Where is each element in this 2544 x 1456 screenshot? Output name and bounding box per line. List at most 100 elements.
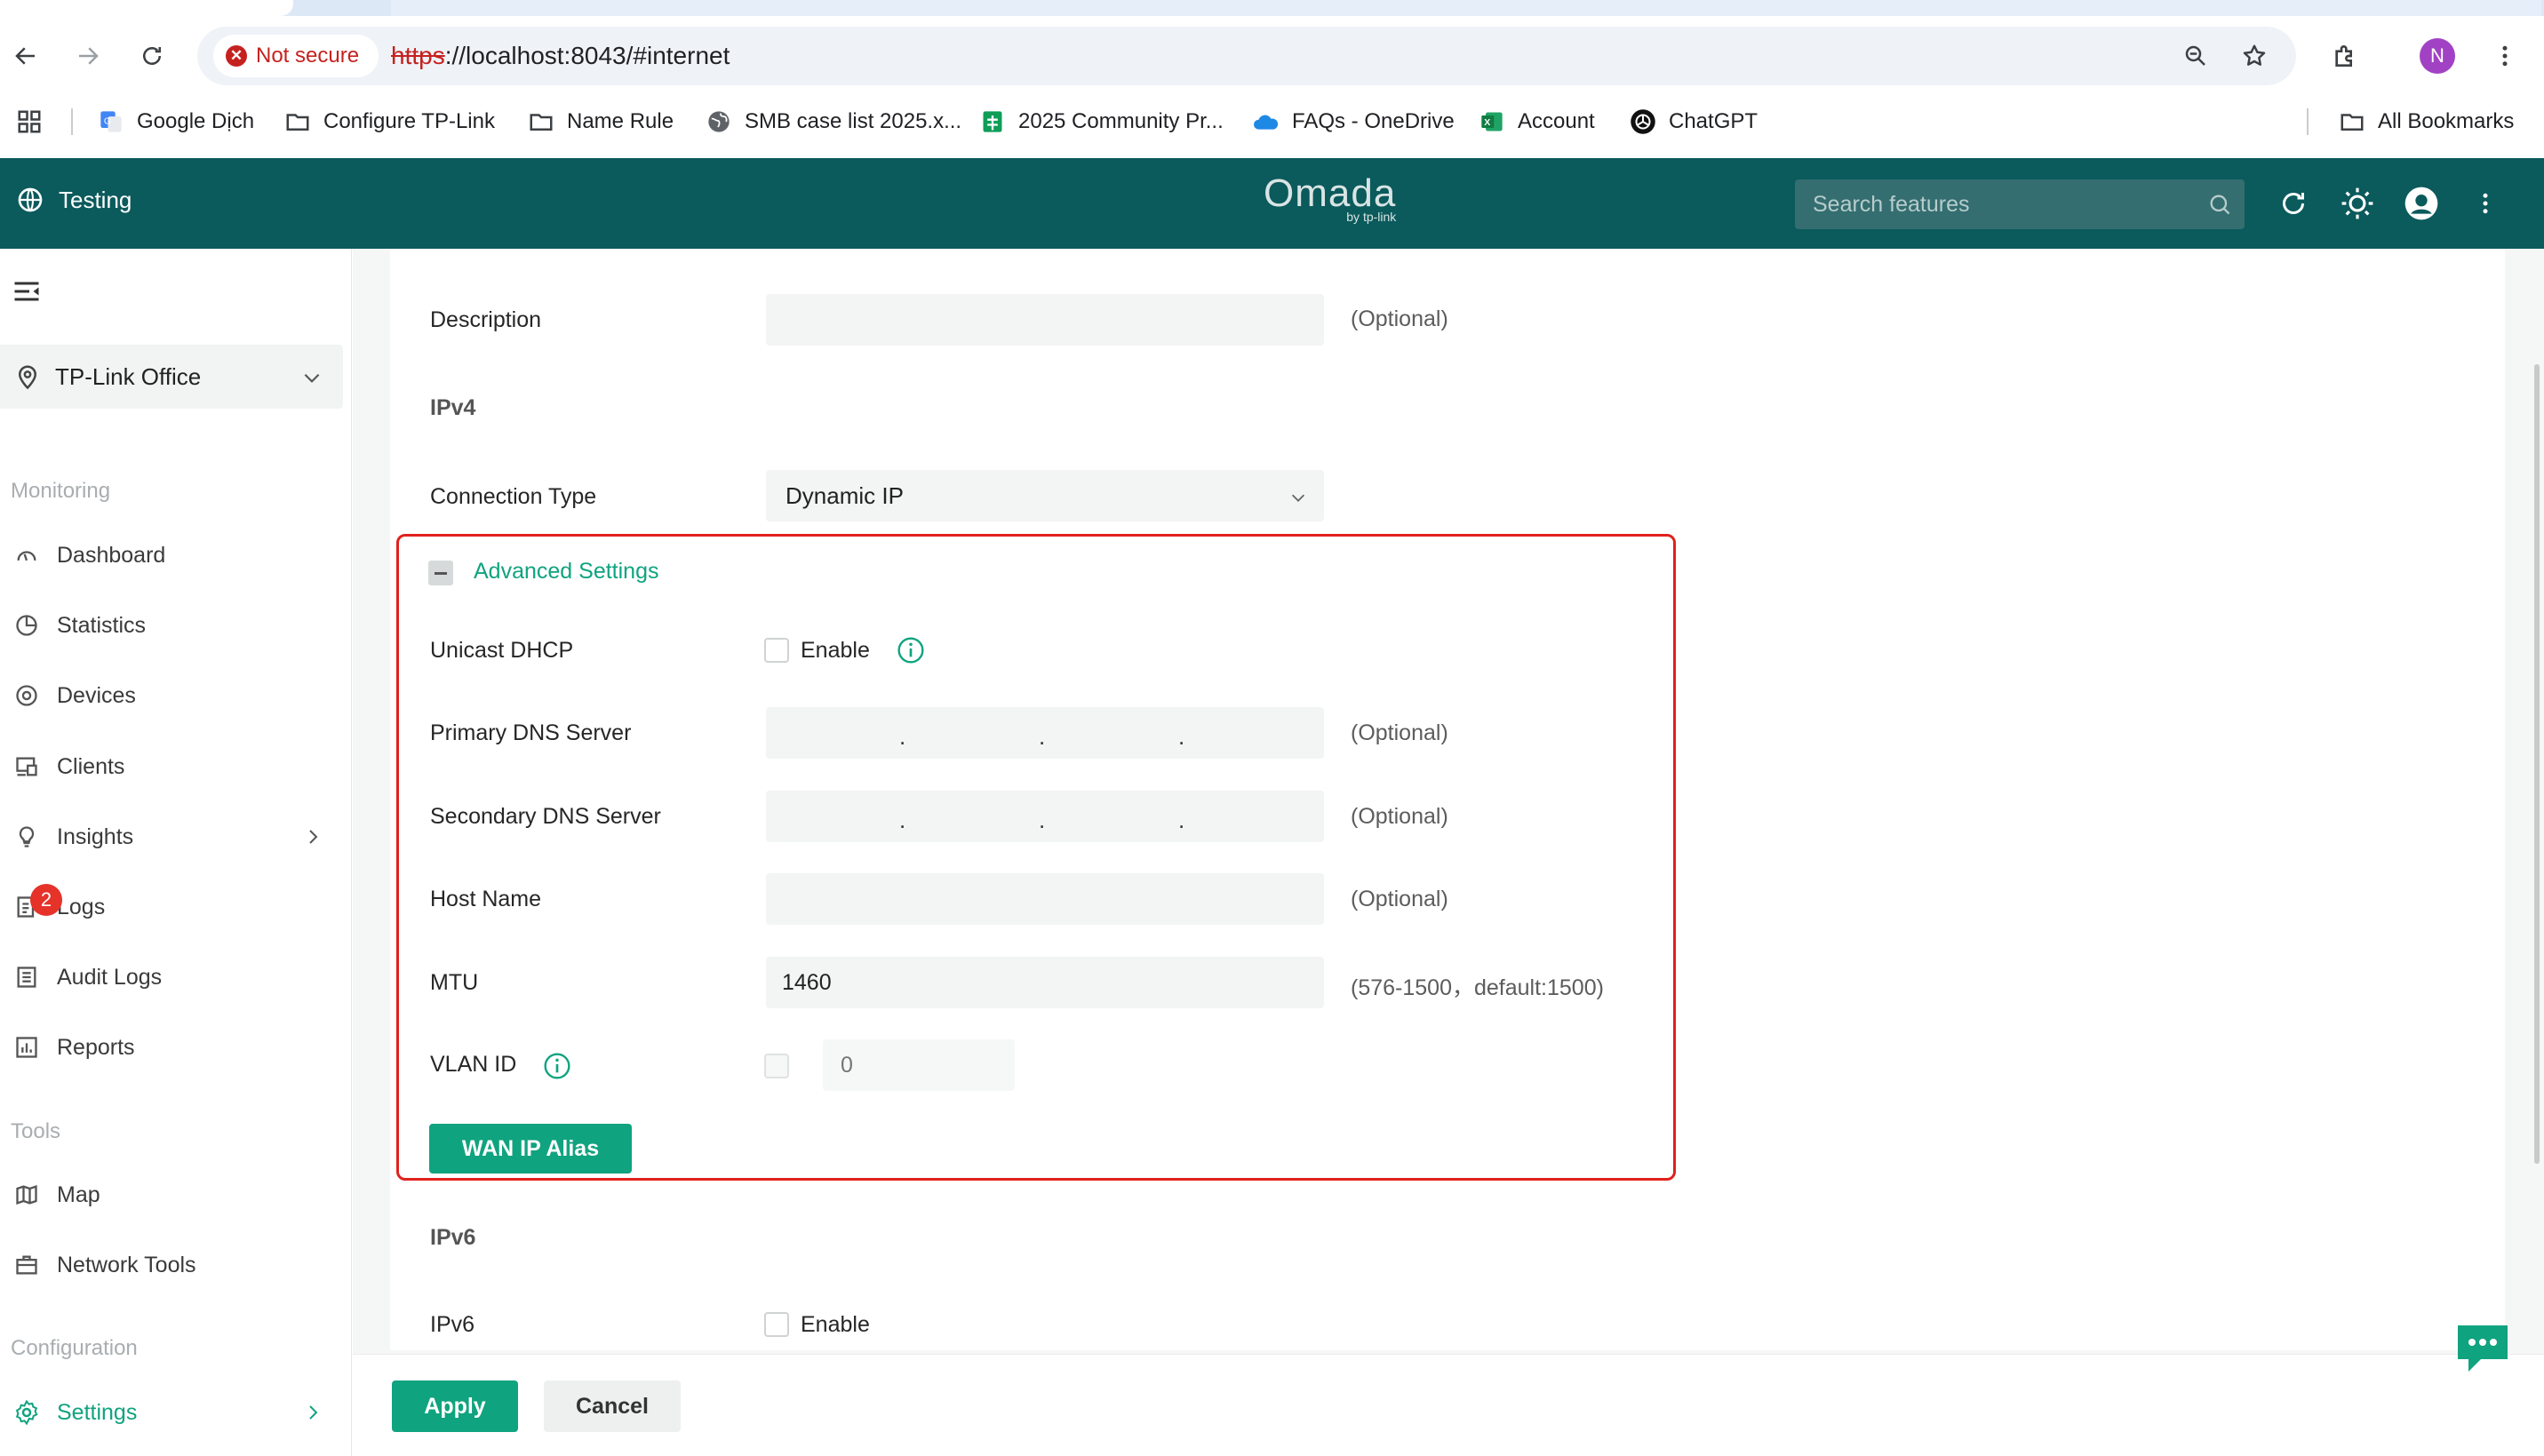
vlan-id-checkbox[interactable] (764, 1054, 789, 1078)
sidebar-item-clients[interactable]: Clients (0, 742, 343, 792)
primary-dns-input[interactable]: . . . (766, 707, 1324, 759)
browser-menu-button[interactable] (2484, 36, 2525, 76)
sidebar-item-label: Dashboard (57, 542, 166, 568)
host-name-label: Host Name (430, 887, 542, 911)
logs-badge: 2 (30, 884, 62, 916)
sidebar-item-audit-logs[interactable]: Audit Logs (0, 952, 343, 1002)
feature-search[interactable] (1795, 179, 2245, 229)
theme-toggle-button[interactable] (2337, 183, 2378, 224)
bookmark-label: Google Dịch (137, 109, 255, 133)
lightbulb-icon (12, 823, 41, 851)
sidebar-item-label: Insights (57, 823, 134, 849)
ip-separator: . (1039, 807, 1046, 833)
bookmark-name-rule[interactable]: Name Rule (528, 107, 674, 137)
sidebar-item-label: Devices (57, 682, 136, 708)
description-label: Description (430, 307, 542, 332)
sidebar: TP-Link Office Monitoring Dashboard Stat… (0, 249, 352, 1456)
wan-ip-alias-button[interactable]: WAN IP Alias (429, 1124, 632, 1174)
bookmark-star-icon[interactable] (2237, 39, 2271, 73)
app-menu-button[interactable] (2465, 183, 2506, 224)
sidebar-item-label: Clients (57, 753, 125, 779)
sidebar-item-reports[interactable]: Reports (0, 1022, 343, 1072)
info-icon[interactable] (897, 636, 925, 664)
site-name-label: Testing (59, 186, 132, 213)
google-translate-icon: G (98, 108, 124, 135)
collapse-sidebar-button[interactable] (11, 275, 46, 311)
bookmark-account[interactable]: X Account (1479, 107, 1595, 137)
search-icon[interactable] (2207, 192, 2232, 217)
search-features-input[interactable] (1795, 179, 2186, 229)
logs-icon: 2 (12, 884, 62, 921)
site-selector-label: TP-Link Office (55, 362, 202, 390)
apps-button[interactable] (16, 107, 43, 137)
zoom-icon[interactable] (2179, 39, 2213, 73)
unicast-dhcp-label: Unicast DHCP (430, 638, 574, 663)
excel-icon: X (1479, 108, 1505, 135)
sidebar-item-settings[interactable]: Settings (0, 1388, 343, 1437)
reload-button[interactable] (132, 36, 172, 76)
all-bookmarks-label: All Bookmarks (2378, 109, 2515, 133)
all-bookmarks-button[interactable]: All Bookmarks (2339, 107, 2514, 137)
unicast-dhcp-checkbox[interactable] (764, 638, 789, 663)
ipv6-heading: IPv6 (430, 1225, 476, 1250)
back-button[interactable] (5, 36, 46, 76)
refresh-button[interactable] (2273, 183, 2314, 224)
sidebar-item-devices[interactable]: Devices (0, 671, 343, 720)
ipv6-label: IPv6 (430, 1312, 475, 1337)
sidebar-item-statistics[interactable]: Statistics (0, 601, 343, 650)
secondary-dns-label: Secondary DNS Server (430, 804, 661, 829)
globe-icon (18, 187, 43, 212)
security-chip[interactable]: ✕ Not secure (213, 35, 379, 77)
account-button[interactable] (2401, 183, 2442, 224)
sidebar-item-label: Settings (57, 1399, 138, 1425)
active-tab[interactable] (0, 0, 293, 16)
secondary-dns-input[interactable]: . . . (766, 791, 1324, 842)
sidebar-item-map[interactable]: Map (0, 1170, 343, 1220)
browser-chrome: ✕ Not secure https://localhost:8043/#int… (0, 0, 2544, 158)
address-bar[interactable]: ✕ Not secure https://localhost:8043/#int… (197, 27, 2296, 85)
cancel-button[interactable]: Cancel (544, 1380, 681, 1432)
report-chart-icon (12, 1033, 41, 1062)
bookmark-google-dich[interactable]: G Google Dịch (98, 107, 254, 137)
bookmark-configure-tp-link[interactable]: Configure TP-Link (284, 107, 495, 137)
folder-icon (528, 108, 554, 135)
site-selector[interactable]: TP-Link Office (0, 345, 343, 409)
sidebar-item-insights[interactable]: Insights (0, 812, 343, 862)
profile-button[interactable]: N (2417, 36, 2458, 76)
chevron-right-icon (309, 830, 318, 844)
location-pin-icon (18, 365, 37, 390)
site-indicator[interactable]: Testing (16, 186, 132, 214)
extensions-button[interactable] (2325, 36, 2365, 76)
url-path: ://localhost:8043/#internet (444, 42, 730, 69)
connection-type-select[interactable]: Dynamic IP (766, 470, 1324, 521)
chat-support-button[interactable] (2454, 1322, 2511, 1375)
forward-button[interactable] (68, 36, 108, 76)
sidebar-item-logs[interactable]: 2 Logs (0, 882, 343, 932)
advanced-settings-toggle[interactable] (428, 561, 453, 585)
audit-log-icon (12, 963, 41, 991)
sidebar-item-dashboard[interactable]: Dashboard (0, 530, 343, 580)
chevron-down-icon (1291, 494, 1305, 502)
bookmark-label: Account (1518, 109, 1595, 133)
nav-section-configuration: Configuration (11, 1336, 138, 1360)
bookmark-chatgpt[interactable]: ChatGPT (1630, 107, 1758, 137)
nav-section-tools: Tools (11, 1119, 61, 1143)
vlan-id-input[interactable] (823, 1039, 1015, 1091)
bookmark-community[interactable]: 2025 Community Pr... (979, 107, 1224, 137)
gauge-icon (12, 541, 41, 569)
advanced-settings-link[interactable]: Advanced Settings (474, 559, 658, 585)
bookmark-smb-case-list[interactable]: SMB case list 2025.x... (706, 107, 961, 137)
apply-button[interactable]: Apply (392, 1380, 518, 1432)
bookmark-label: Name Rule (567, 109, 674, 133)
info-icon[interactable] (543, 1052, 571, 1080)
bookmark-faqs-onedrive[interactable]: FAQs - OneDrive (1253, 107, 1455, 137)
url-text[interactable]: https://localhost:8043/#internet (391, 42, 730, 70)
ipv6-enable-checkbox[interactable] (764, 1312, 789, 1337)
page-scrollbar[interactable] (2534, 364, 2540, 1164)
mtu-input[interactable] (766, 957, 1324, 1008)
description-input[interactable] (766, 294, 1324, 346)
host-name-input[interactable] (766, 873, 1324, 925)
sidebar-item-network-tools[interactable]: Network Tools (0, 1240, 343, 1290)
inactive-tab-area[interactable] (391, 0, 2541, 16)
collapse-minus-icon (435, 571, 447, 575)
